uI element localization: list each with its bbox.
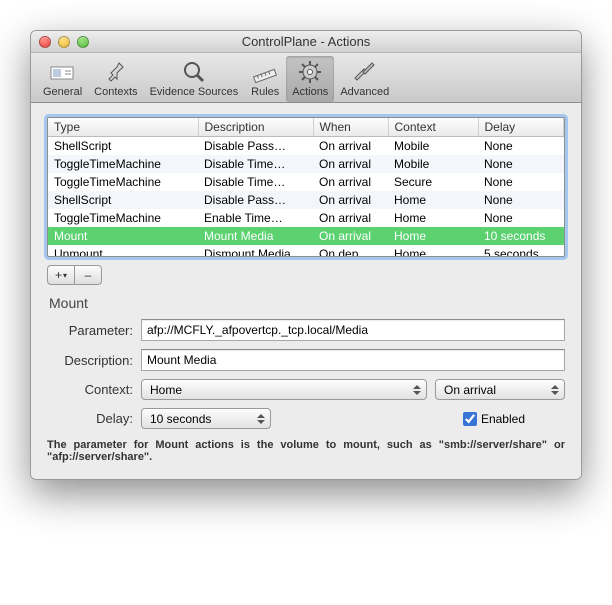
cell-type: ShellScript: [48, 137, 198, 156]
cell-description: Enable Time…: [198, 209, 313, 227]
cell-when: On arrival: [313, 191, 388, 209]
cell-context: Home: [388, 191, 478, 209]
close-window-button[interactable]: [39, 36, 51, 48]
col-header-when[interactable]: When: [313, 118, 388, 137]
parameter-input[interactable]: [141, 319, 565, 341]
cell-delay: None: [478, 137, 564, 156]
table-row[interactable]: ToggleTimeMachineDisable Time…On arrival…: [48, 173, 564, 191]
cell-type: Unmount: [48, 245, 198, 257]
detail-title: Mount: [49, 295, 565, 311]
cell-delay: None: [478, 173, 564, 191]
cell-description: Disable Time…: [198, 155, 313, 173]
traffic-lights: [39, 36, 89, 48]
cell-context: Home: [388, 227, 478, 245]
cell-delay: None: [478, 155, 564, 173]
titlebar: ControlPlane - Actions: [31, 31, 581, 53]
cell-type: ToggleTimeMachine: [48, 209, 198, 227]
cell-when: On arrival: [313, 209, 388, 227]
cell-delay: None: [478, 209, 564, 227]
col-header-type[interactable]: Type: [48, 118, 198, 137]
cell-context: Home: [388, 209, 478, 227]
zoom-window-button[interactable]: [77, 36, 89, 48]
table-header-row: Type Description When Context Delay: [48, 118, 564, 137]
parameter-label: Parameter:: [47, 323, 133, 338]
cell-when: On arrival: [313, 173, 388, 191]
toolbar-tab-label: Evidence Sources: [150, 86, 239, 98]
table-row[interactable]: ToggleTimeMachineEnable Time…On arrivalH…: [48, 209, 564, 227]
toolbar-tab-actions[interactable]: Actions: [286, 56, 334, 102]
toolbar-tab-label: General: [43, 86, 82, 98]
col-header-delay[interactable]: Delay: [478, 118, 564, 137]
cell-type: ToggleTimeMachine: [48, 173, 198, 191]
cell-when: On arrival: [313, 155, 388, 173]
when-popup[interactable]: On arrival: [435, 379, 565, 400]
table-row[interactable]: ShellScriptDisable Pass…On arrivalHomeNo…: [48, 191, 564, 209]
toolbar-tab-advanced[interactable]: Advanced: [334, 56, 395, 102]
cell-context: Home: [388, 245, 478, 257]
table-row[interactable]: UnmountDismount MediaOn dep…Home5 second…: [48, 245, 564, 257]
description-label: Description:: [47, 353, 133, 368]
remove-action-button[interactable]: –: [74, 265, 102, 285]
enabled-checkbox[interactable]: Enabled: [463, 412, 525, 426]
context-popup[interactable]: Home: [141, 379, 427, 400]
toolbar-tab-evidence[interactable]: Evidence Sources: [144, 56, 245, 102]
cell-when: On dep…: [313, 245, 388, 257]
cell-description: Dismount Media: [198, 245, 313, 257]
table-row[interactable]: ToggleTimeMachineDisable Time…On arrival…: [48, 155, 564, 173]
cell-type: ToggleTimeMachine: [48, 155, 198, 173]
pushpin-icon: [101, 58, 131, 86]
table-row[interactable]: MountMount MediaOn arrivalHome10 seconds: [48, 227, 564, 245]
actions-table[interactable]: Type Description When Context Delay Shel…: [47, 117, 565, 257]
cell-context: Secure: [388, 173, 478, 191]
cell-delay: 10 seconds: [478, 227, 564, 245]
toolbar-tab-label: Actions: [292, 86, 328, 98]
magnifier-icon: [179, 58, 209, 86]
cell-delay: 5 seconds: [478, 245, 564, 257]
cell-description: Mount Media: [198, 227, 313, 245]
table-row[interactable]: ShellScriptDisable Pass…On arrivalMobile…: [48, 137, 564, 156]
toolbar-tab-label: Contexts: [94, 86, 137, 98]
delay-popup[interactable]: 10 seconds: [141, 408, 271, 429]
cell-description: Disable Pass…: [198, 191, 313, 209]
toolbar-tab-contexts[interactable]: Contexts: [88, 56, 143, 102]
cell-description: Disable Time…: [198, 173, 313, 191]
delay-label: Delay:: [47, 411, 133, 426]
description-input[interactable]: [141, 349, 565, 371]
col-header-description[interactable]: Description: [198, 118, 313, 137]
toolbar-tab-label: Rules: [251, 86, 279, 98]
context-label: Context:: [47, 382, 133, 397]
slider-icon: [48, 58, 78, 86]
tools-icon: [350, 58, 380, 86]
cell-when: On arrival: [313, 137, 388, 156]
cell-description: Disable Pass…: [198, 137, 313, 156]
ruler-icon: [250, 58, 280, 86]
cell-when: On arrival: [313, 227, 388, 245]
content-area: Type Description When Context Delay Shel…: [31, 103, 581, 479]
cell-delay: None: [478, 191, 564, 209]
gear-icon: [295, 58, 325, 86]
toolbar: General Contexts Evidence Sources Rules …: [31, 53, 581, 103]
cell-context: Mobile: [388, 137, 478, 156]
toolbar-tab-label: Advanced: [340, 86, 389, 98]
window-title: ControlPlane - Actions: [31, 34, 581, 49]
col-header-context[interactable]: Context: [388, 118, 478, 137]
help-text: The parameter for Mount actions is the v…: [47, 439, 565, 463]
add-remove-controls: + ▾ –: [47, 265, 565, 285]
preferences-window: ControlPlane - Actions General Contexts …: [30, 30, 582, 480]
toolbar-tab-general[interactable]: General: [37, 56, 88, 102]
minimize-window-button[interactable]: [58, 36, 70, 48]
enabled-checkbox-input[interactable]: [463, 412, 477, 426]
cell-context: Mobile: [388, 155, 478, 173]
toolbar-tab-rules[interactable]: Rules: [244, 56, 286, 102]
add-action-button[interactable]: + ▾: [47, 265, 75, 285]
cell-type: Mount: [48, 227, 198, 245]
cell-type: ShellScript: [48, 191, 198, 209]
